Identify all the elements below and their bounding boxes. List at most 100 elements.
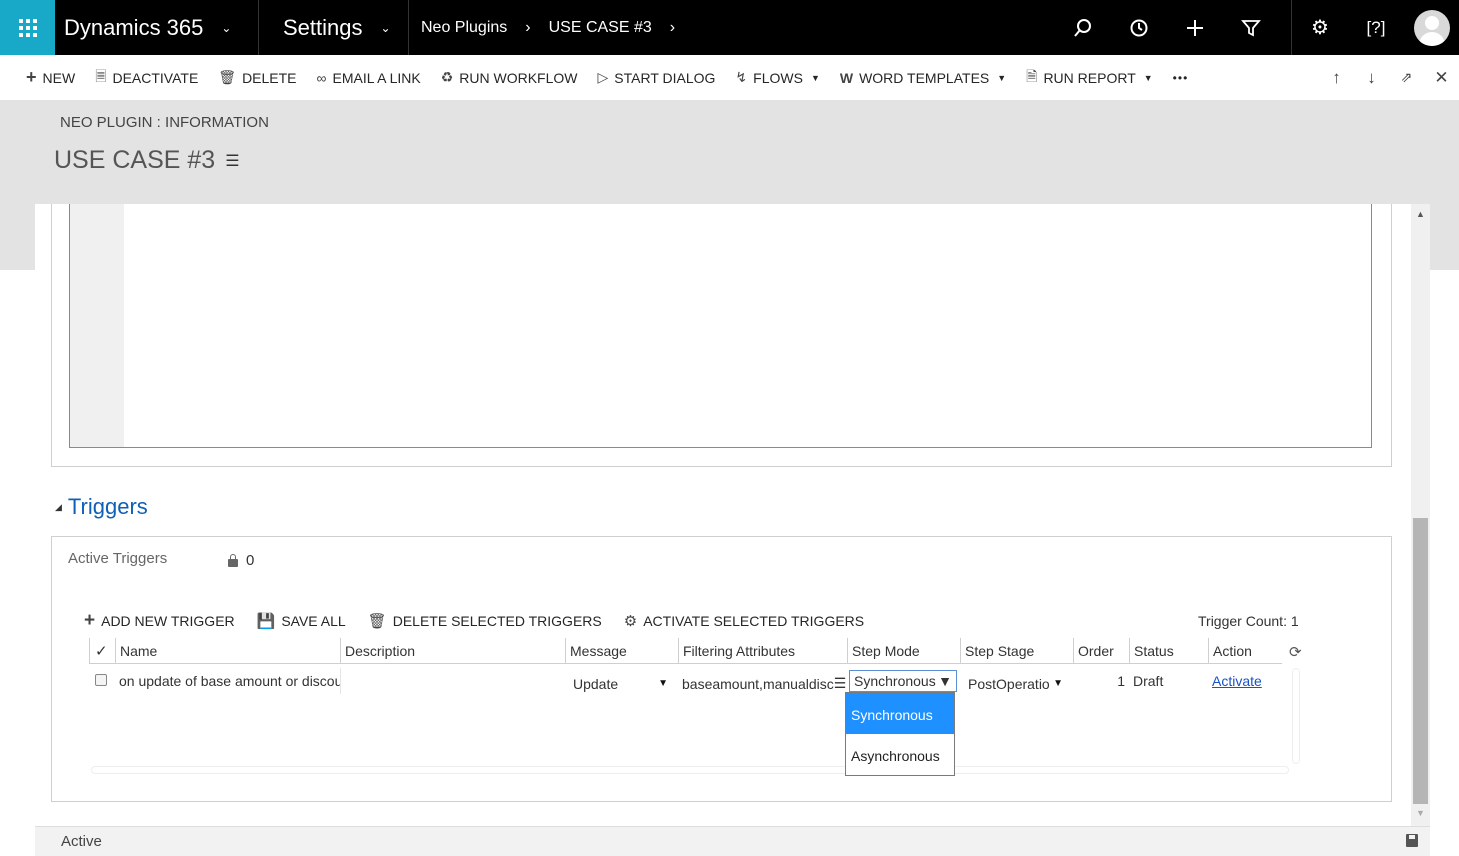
column-header-step-mode[interactable]: Step Mode bbox=[847, 638, 960, 664]
triggers-section: Active Triggers 0 + ADD NEW TRIGGER 💾 SA… bbox=[51, 536, 1392, 802]
plus-icon: + bbox=[84, 610, 96, 631]
cell-order[interactable]: 1 bbox=[1073, 668, 1129, 694]
run-report-button[interactable]: 🗎 RUN REPORT ▼ bbox=[1016, 55, 1163, 100]
run-workflow-button[interactable]: ♻ RUN WORKFLOW bbox=[431, 55, 588, 100]
code-editor[interactable] bbox=[69, 204, 1372, 448]
breadcrumb-item-record[interactable]: USE CASE #3 bbox=[549, 19, 652, 37]
cell-action: Activate bbox=[1208, 668, 1282, 694]
column-header-status[interactable]: Status bbox=[1129, 638, 1208, 664]
flows-icon: ↯ bbox=[735, 69, 748, 85]
flows-button[interactable]: ↯ FLOWS ▼ bbox=[725, 55, 829, 100]
column-header-filtering-attributes[interactable]: Filtering Attributes bbox=[678, 638, 847, 664]
delete-selected-button[interactable]: 🗑 DELETE SELECTED TRIGGERS bbox=[368, 612, 602, 630]
more-icon: ••• bbox=[1172, 70, 1189, 85]
new-button[interactable]: + NEW bbox=[0, 55, 85, 100]
deactivate-button-label: DEACTIVATE bbox=[112, 69, 199, 86]
word-templates-label: WORD TEMPLATES bbox=[859, 69, 990, 86]
area-name: Settings bbox=[283, 14, 363, 40]
form-selector-icon[interactable]: ☰ bbox=[225, 151, 239, 171]
scroll-up-icon[interactable]: ▲ bbox=[1416, 209, 1425, 219]
start-dialog-button[interactable]: ▷ START DIALOG bbox=[588, 55, 726, 100]
scroll-down-icon[interactable]: ▼ bbox=[1416, 808, 1425, 818]
add-trigger-button[interactable]: + ADD NEW TRIGGER bbox=[84, 610, 235, 632]
help-icon[interactable]: [?] bbox=[1348, 0, 1404, 55]
column-header-description[interactable]: Description bbox=[340, 638, 565, 664]
side-gutter-right bbox=[1430, 204, 1459, 270]
triggers-grid: ✓ Name Description Message Filtering Att… bbox=[89, 638, 1302, 778]
record-status: Active bbox=[61, 833, 102, 850]
form-body: ◢ Triggers Active Triggers 0 + ADD NEW T… bbox=[35, 204, 1411, 826]
step-stage-select[interactable]: PostOperatio ▼ bbox=[960, 668, 1073, 694]
list-picker-icon[interactable]: ☰ bbox=[834, 675, 847, 692]
message-select[interactable]: Update ▼ bbox=[565, 668, 678, 694]
scrollbar-thumb[interactable] bbox=[1413, 518, 1428, 804]
area-switcher[interactable]: Settings ⌄ bbox=[259, 0, 409, 55]
refresh-icon[interactable]: ⟳ bbox=[1289, 643, 1302, 661]
activate-selected-label: ACTIVATE SELECTED TRIGGERS bbox=[643, 613, 865, 629]
page-scrollbar[interactable]: ▲ ▼ bbox=[1411, 204, 1430, 826]
more-commands-button[interactable]: ••• bbox=[1163, 55, 1199, 100]
delete-button[interactable]: 🗑 DELETE bbox=[208, 55, 306, 100]
cell-description[interactable] bbox=[340, 668, 565, 694]
plus-icon[interactable] bbox=[1167, 0, 1223, 55]
app-switcher[interactable]: Dynamics 365 ⌄ bbox=[55, 0, 259, 55]
trash-icon: 🗑 bbox=[367, 613, 387, 630]
command-bar: + NEW 🗏 DEACTIVATE 🗑 DELETE ∞ EMAIL A LI… bbox=[0, 55, 1459, 100]
record-nav: ↑ ↓ ⇗ ✕ bbox=[1319, 55, 1459, 100]
step-mode-select[interactable]: Synchronous ▼ bbox=[849, 670, 957, 692]
select-all-checkbox[interactable]: ✓ bbox=[89, 638, 115, 664]
table-row: on update of base amount or discou Updat… bbox=[89, 668, 1282, 694]
nav-icons: ⚙ [?] bbox=[1055, 0, 1459, 55]
active-triggers-value: 0 bbox=[246, 552, 255, 569]
email-link-button[interactable]: ∞ EMAIL A LINK bbox=[307, 55, 431, 100]
popout-icon[interactable]: ⇗ bbox=[1389, 69, 1424, 86]
filtering-attributes-value: baseamount,manualdisc bbox=[682, 675, 834, 692]
delete-selected-label: DELETE SELECTED TRIGGERS bbox=[392, 613, 602, 629]
caret-down-icon: ▼ bbox=[997, 72, 1007, 83]
column-header-order[interactable]: Order bbox=[1073, 638, 1129, 664]
top-nav-bar: Dynamics 365 ⌄ Settings ⌄ Neo Plugins › … bbox=[0, 0, 1459, 55]
chevron-right-icon[interactable]: › bbox=[670, 19, 675, 37]
avatar[interactable] bbox=[1414, 9, 1450, 46]
caret-down-icon: ▼ bbox=[658, 678, 668, 689]
activate-link[interactable]: Activate bbox=[1212, 673, 1262, 689]
gear-icon: ⚙ bbox=[623, 613, 638, 630]
deactivate-button[interactable]: 🗏 DEACTIVATE bbox=[85, 55, 208, 100]
grid-horizontal-scrollbar[interactable] bbox=[91, 766, 1289, 774]
activate-selected-button[interactable]: ⚙ ACTIVATE SELECTED TRIGGERS bbox=[624, 612, 864, 630]
flows-label: FLOWS bbox=[753, 69, 803, 86]
filter-icon[interactable] bbox=[1223, 0, 1279, 55]
start-dialog-label: START DIALOG bbox=[614, 69, 716, 86]
breadcrumb-item-entity[interactable]: Neo Plugins bbox=[421, 19, 507, 37]
close-icon[interactable]: ✕ bbox=[1424, 68, 1459, 88]
option-synchronous[interactable]: Synchronous bbox=[846, 693, 954, 734]
word-templates-button[interactable]: W WORD TEMPLATES ▼ bbox=[830, 55, 1016, 100]
caret-down-icon: ▼ bbox=[1143, 72, 1153, 83]
option-asynchronous[interactable]: Asynchronous bbox=[846, 734, 954, 775]
column-header-step-stage[interactable]: Step Stage bbox=[960, 638, 1073, 664]
cell-filtering-attributes[interactable]: baseamount,manualdisc ☰ bbox=[678, 668, 847, 694]
column-header-action[interactable]: Action bbox=[1208, 638, 1282, 664]
search-icon[interactable] bbox=[1055, 0, 1111, 55]
link-icon: ∞ bbox=[316, 69, 327, 86]
chevron-down-icon: ⌄ bbox=[221, 20, 232, 35]
report-icon: 🗎 bbox=[1026, 67, 1038, 84]
save-icon[interactable] bbox=[1406, 834, 1418, 847]
save-all-button[interactable]: 💾 SAVE ALL bbox=[257, 612, 346, 630]
triggers-title: Triggers bbox=[67, 494, 148, 519]
column-header-name[interactable]: Name bbox=[115, 638, 340, 664]
record-title: USE CASE #3 bbox=[54, 146, 216, 174]
plus-icon: + bbox=[26, 67, 37, 87]
column-header-message[interactable]: Message bbox=[565, 638, 678, 664]
grid-vertical-scrollbar[interactable] bbox=[1292, 668, 1300, 764]
app-launcher-button[interactable] bbox=[0, 0, 55, 55]
arrow-up-icon[interactable]: ↑ bbox=[1319, 68, 1354, 88]
history-icon[interactable] bbox=[1111, 0, 1167, 55]
gear-icon[interactable]: ⚙ bbox=[1292, 0, 1348, 55]
active-triggers-label: Active Triggers bbox=[68, 550, 168, 567]
row-checkbox[interactable] bbox=[89, 668, 115, 694]
triggers-section-header[interactable]: ◢ Triggers bbox=[55, 494, 148, 520]
cell-name[interactable]: on update of base amount or discou bbox=[115, 668, 340, 694]
caret-down-icon: ▼ bbox=[938, 673, 952, 689]
arrow-down-icon[interactable]: ↓ bbox=[1354, 68, 1389, 88]
